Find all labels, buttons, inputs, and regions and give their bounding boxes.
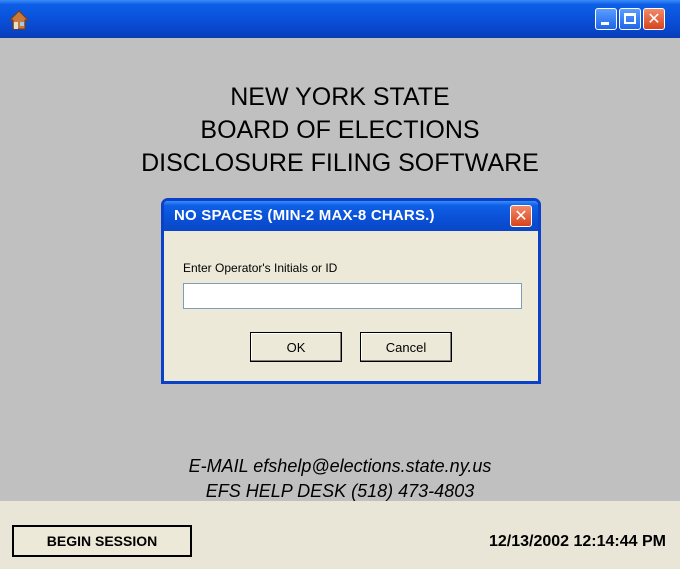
heading-line-2: BOARD OF ELECTIONS [200, 116, 480, 144]
house-icon [8, 10, 30, 30]
close-icon: ✕ [647, 9, 661, 28]
datetime-display: 12/13/2002 12:14:44 PM [488, 533, 666, 550]
operator-id-input[interactable] [183, 283, 522, 309]
close-icon: ✕ [514, 206, 528, 225]
minimize-icon [601, 22, 609, 25]
app-window: ✕ NEW YORK STATE BOARD OF ELECTIONS DISC… [0, 0, 680, 569]
close-button[interactable]: ✕ [643, 8, 665, 30]
dialog-close-button[interactable]: ✕ [510, 205, 532, 227]
dialog-title: NO SPACES (MIN-2 MAX-8 CHARS.) [174, 207, 435, 224]
maximize-button[interactable] [619, 8, 641, 30]
helpdesk-text: EFS HELP DESK (518) 473-4803 [205, 481, 475, 501]
operator-id-label: Enter Operator's Initials or ID [183, 261, 338, 275]
heading-line-1: NEW YORK STATE [230, 83, 450, 111]
ok-button[interactable]: OK [250, 332, 342, 362]
title-bar[interactable]: ✕ [0, 0, 680, 38]
bottom-bar: BEGIN SESSION 12/13/2002 12:14:44 PM [0, 501, 680, 569]
minimize-button[interactable] [595, 8, 617, 30]
maximize-icon [624, 13, 636, 24]
cancel-button[interactable]: Cancel [360, 332, 452, 362]
dialog-title-bar[interactable]: NO SPACES (MIN-2 MAX-8 CHARS.) ✕ [164, 201, 538, 231]
operator-id-dialog: NO SPACES (MIN-2 MAX-8 CHARS.) ✕ Enter O… [161, 198, 541, 384]
begin-session-button[interactable]: BEGIN SESSION [12, 525, 192, 557]
email-text: E-MAIL efshelp@elections.state.ny.us [188, 456, 492, 476]
heading-line-3: DISCLOSURE FILING SOFTWARE [141, 149, 539, 177]
